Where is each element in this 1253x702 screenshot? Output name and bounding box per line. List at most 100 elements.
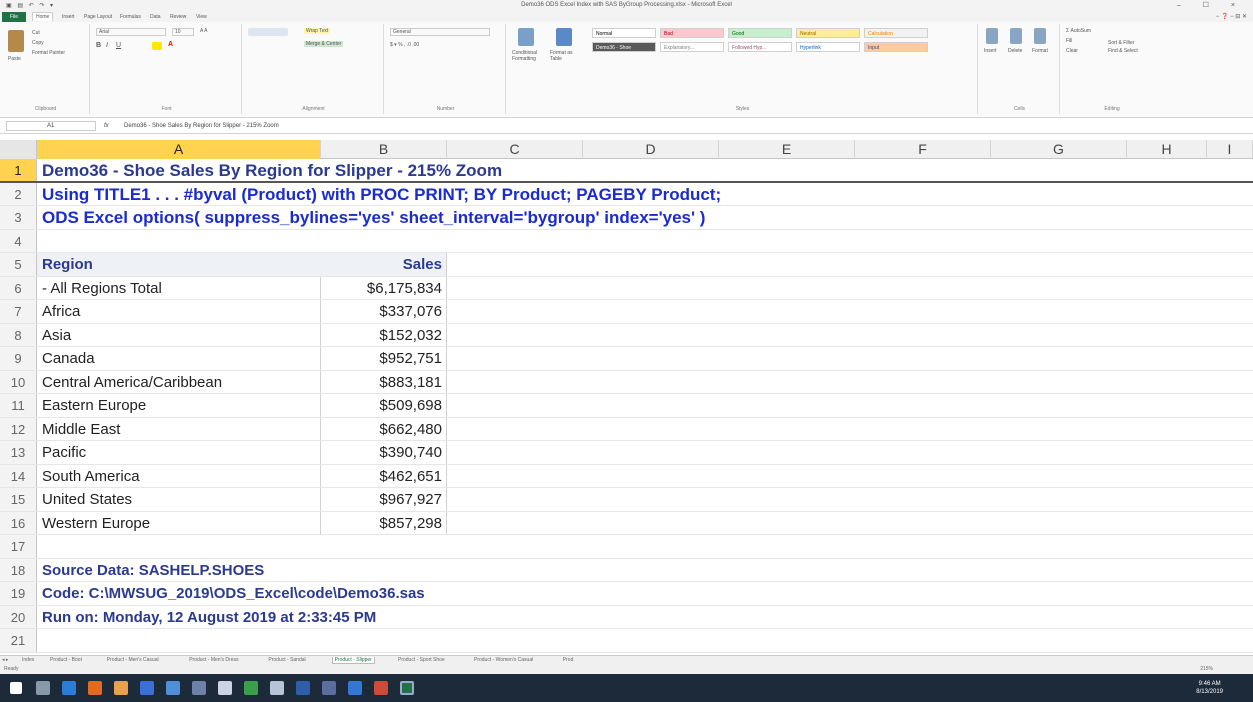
- cell-style-option[interactable]: Normal: [592, 28, 656, 38]
- excel-icon[interactable]: [400, 681, 414, 695]
- row-header[interactable]: 18: [0, 558, 37, 581]
- table-row-region[interactable]: United States: [37, 488, 321, 511]
- column-header-h[interactable]: H: [1127, 140, 1207, 159]
- row-header[interactable]: 16: [0, 511, 37, 534]
- format-painter-button[interactable]: Format Painter: [32, 50, 65, 56]
- row-header[interactable]: 14: [0, 464, 37, 487]
- cell-style-option[interactable]: Hyperlink: [796, 42, 860, 52]
- app-icon-5[interactable]: [244, 681, 258, 695]
- table-row-region[interactable]: - All Regions Total: [37, 276, 321, 299]
- task-view-icon[interactable]: [36, 681, 50, 695]
- fill-color-icon[interactable]: [152, 42, 162, 50]
- table-row-region[interactable]: Western Europe: [37, 511, 321, 534]
- title-line-2-cell[interactable]: Using TITLE1 . . . #byval (Product) with…: [42, 183, 721, 206]
- number-format-select[interactable]: General: [390, 28, 490, 36]
- tab-page-layout[interactable]: Page Layout: [84, 14, 112, 20]
- clock[interactable]: 9:46 AM 8/13/2019: [1196, 680, 1223, 696]
- table-row-sales[interactable]: $509,698: [321, 394, 447, 417]
- autosum-button[interactable]: Σ AutoSum: [1066, 28, 1091, 34]
- row-header[interactable]: 19: [0, 582, 37, 605]
- footer-source-cell[interactable]: Source Data: SASHELP.SHOES: [42, 559, 264, 582]
- row-header[interactable]: 7: [0, 300, 37, 323]
- find-select-button[interactable]: Find & Select: [1108, 48, 1138, 54]
- table-header-region[interactable]: Region: [37, 253, 321, 276]
- row-header[interactable]: 21: [0, 629, 37, 652]
- bold-icon[interactable]: B: [96, 42, 101, 49]
- table-row-region[interactable]: Middle East: [37, 417, 321, 440]
- sheet-tab[interactable]: Product - Slipper: [331, 657, 375, 664]
- cell-style-option[interactable]: Good: [728, 28, 792, 38]
- tab-review[interactable]: Review: [170, 14, 186, 20]
- word-icon[interactable]: [296, 681, 310, 695]
- table-row-region[interactable]: South America: [37, 464, 321, 487]
- firefox-icon[interactable]: [88, 681, 102, 695]
- help-icon[interactable]: − ❓ − ⊟ ✕: [1216, 13, 1247, 20]
- table-row-sales[interactable]: $6,175,834: [321, 276, 447, 299]
- sheet-tab[interactable]: Product - Men's Casual: [107, 657, 159, 663]
- cell-style-option[interactable]: Bad: [660, 28, 724, 38]
- footer-run-cell[interactable]: Run on: Monday, 12 August 2019 at 2:33:4…: [42, 606, 376, 629]
- insert-icon[interactable]: [986, 28, 998, 44]
- sheet-tab[interactable]: Product - Sport Shoe: [398, 657, 445, 663]
- italic-icon[interactable]: I: [106, 42, 108, 49]
- delete-button[interactable]: Delete: [1008, 48, 1022, 54]
- align-icon[interactable]: [248, 28, 288, 36]
- row-header[interactable]: 15: [0, 488, 37, 511]
- table-row-region[interactable]: Africa: [37, 300, 321, 323]
- app-icon-1[interactable]: [140, 681, 154, 695]
- row-header[interactable]: 11: [0, 394, 37, 417]
- column-header-i[interactable]: I: [1207, 140, 1253, 159]
- row-header[interactable]: 5: [0, 253, 37, 276]
- title-line-3-cell[interactable]: ODS Excel options( suppress_bylines='yes…: [42, 206, 705, 229]
- row-header[interactable]: 9: [0, 347, 37, 370]
- cell-style-option[interactable]: Explanatory...: [660, 42, 724, 52]
- row-header[interactable]: 8: [0, 323, 37, 346]
- insert-button[interactable]: Insert: [984, 48, 997, 54]
- wrap-text-button[interactable]: Wrap Text: [304, 28, 331, 34]
- name-box[interactable]: A1: [6, 121, 96, 131]
- tab-home[interactable]: Home: [32, 12, 54, 21]
- cell-style-option[interactable]: Followed Hyp...: [728, 42, 792, 52]
- sheet-tab[interactable]: Product - Sandal: [268, 657, 305, 663]
- tab-file[interactable]: File: [2, 12, 26, 22]
- row-header[interactable]: 6: [0, 276, 37, 299]
- row-header[interactable]: 10: [0, 370, 37, 393]
- window-controls[interactable]: – ☐ ×: [1177, 1, 1245, 9]
- column-header-f[interactable]: F: [855, 140, 991, 159]
- fx-icon[interactable]: fx: [104, 121, 120, 131]
- tab-insert[interactable]: Insert: [62, 14, 75, 20]
- font-color-icon[interactable]: A: [168, 41, 173, 48]
- format-as-table-icon[interactable]: [556, 28, 572, 46]
- sheet-tab[interactable]: Prod: [563, 657, 574, 663]
- folder-icon[interactable]: [114, 681, 128, 695]
- zoom-level[interactable]: 215%: [1200, 666, 1213, 672]
- table-row-sales[interactable]: $390,740: [321, 441, 447, 464]
- sheet-tab[interactable]: Product - Boot: [50, 657, 82, 663]
- app-icon-2[interactable]: [166, 681, 180, 695]
- table-row-sales[interactable]: $857,298: [321, 511, 447, 534]
- table-row-sales[interactable]: $883,181: [321, 370, 447, 393]
- table-row-sales[interactable]: $462,651: [321, 464, 447, 487]
- table-header-sales[interactable]: Sales: [321, 253, 447, 276]
- app-icon-3[interactable]: [192, 681, 206, 695]
- format-as-table-button[interactable]: Format as Table: [550, 50, 584, 62]
- table-row-sales[interactable]: $152,032: [321, 323, 447, 346]
- column-header-a[interactable]: A: [37, 140, 321, 159]
- row-header[interactable]: 20: [0, 605, 37, 628]
- sheet-tab[interactable]: Product - Men's Dress: [189, 657, 238, 663]
- format-button[interactable]: Format: [1032, 48, 1048, 54]
- format-icon[interactable]: [1034, 28, 1046, 44]
- sheet-nav-arrows[interactable]: ◂ ▸: [2, 657, 8, 663]
- table-row-region[interactable]: Pacific: [37, 441, 321, 464]
- start-icon[interactable]: [10, 682, 22, 694]
- table-row-sales[interactable]: $952,751: [321, 347, 447, 370]
- worksheet-grid[interactable]: 1 Demo36 - Shoe Sales By Region for Slipp…: [0, 159, 1253, 653]
- copy-button[interactable]: Copy: [32, 40, 44, 46]
- underline-icon[interactable]: U: [116, 42, 121, 49]
- app-icon-4[interactable]: [218, 681, 232, 695]
- app-icon-6[interactable]: [270, 681, 284, 695]
- app-icon-7[interactable]: [322, 681, 336, 695]
- row-header[interactable]: 12: [0, 417, 37, 440]
- table-row-sales[interactable]: $337,076: [321, 300, 447, 323]
- table-row-region[interactable]: Central America/Caribbean: [37, 370, 321, 393]
